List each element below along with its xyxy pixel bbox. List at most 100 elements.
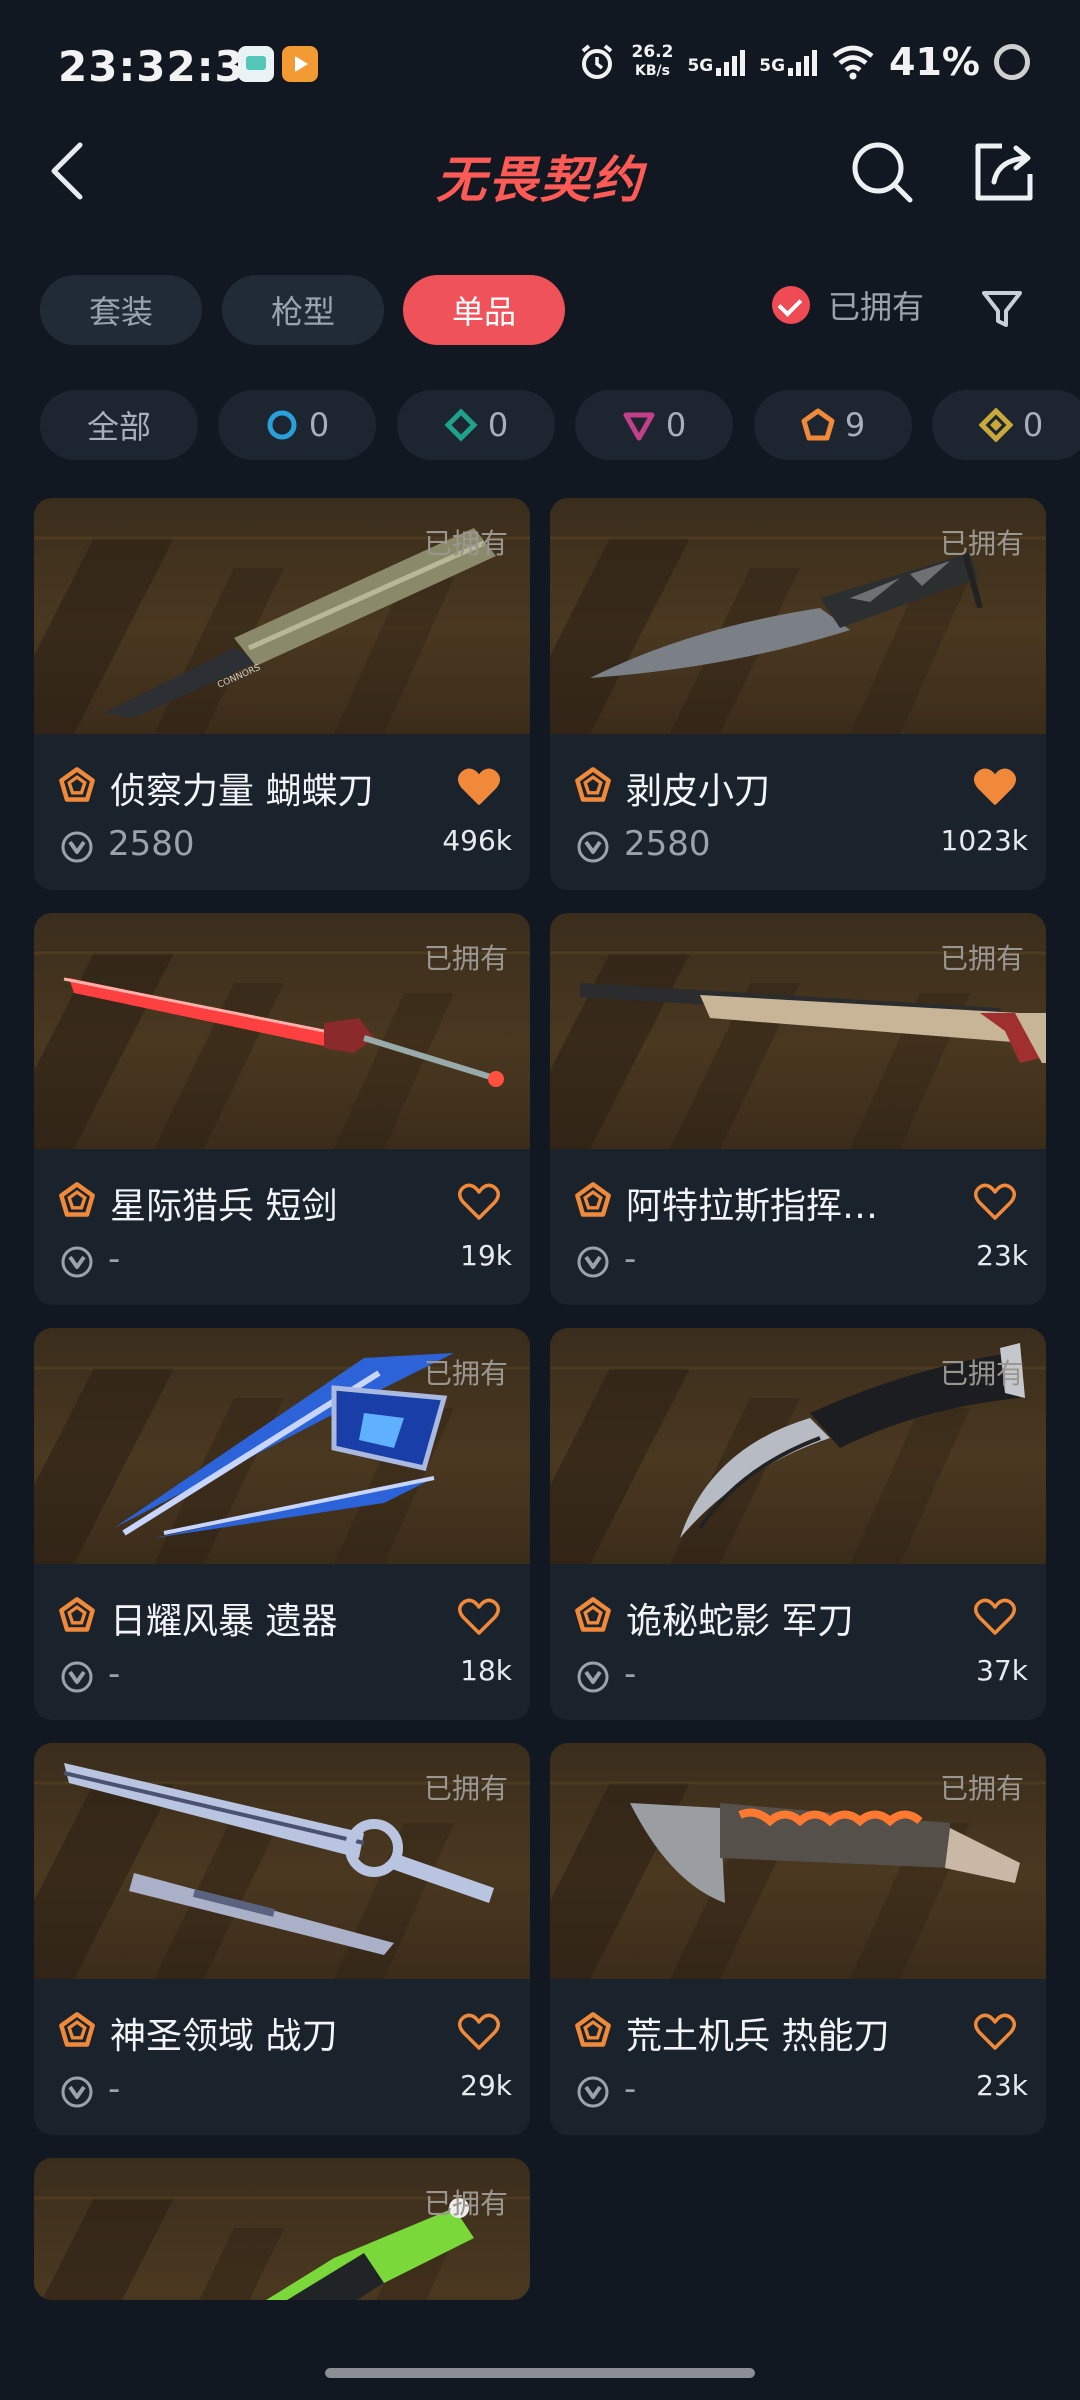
owned-tag: 已拥有 [423, 1357, 508, 1390]
item-image: 已拥有 [34, 1743, 530, 1979]
item-image: 已拥有 [34, 1328, 530, 1564]
rarity-chip-premium[interactable]: 0 [575, 390, 733, 460]
heart-icon[interactable] [974, 1183, 1016, 1221]
signal-bars-icon [716, 48, 746, 76]
network-speed: 26.2 KB/s [631, 43, 673, 81]
rarity-chip-all[interactable]: 全部 [40, 390, 198, 460]
heart-icon[interactable] [974, 768, 1016, 806]
item-info: 侦察力量 蝴蝶刀 2580 496k [34, 734, 530, 890]
item-info: 神圣领域 战刀 - 29k [34, 1979, 530, 2135]
net-type-1: 5G [687, 56, 714, 76]
item-card[interactable]: 已拥有神圣领域 战刀 - 29k [34, 1743, 530, 2135]
heart-icon[interactable] [974, 1598, 1016, 1636]
owned-tag: 已拥有 [939, 942, 1024, 975]
exclusive-tier-icon [59, 2012, 95, 2047]
item-info: 日耀风暴 遗器 - 18k [34, 1564, 530, 1720]
net-type-2: 5G [759, 56, 786, 76]
owned-tag: 已拥有 [939, 527, 1024, 560]
item-name: 侦察力量 蝴蝶刀 [110, 771, 374, 812]
battery-level: 41% [889, 40, 980, 84]
notification-app-icon [238, 46, 274, 82]
tab-bundles[interactable]: 套装 [40, 275, 202, 345]
alarm-icon [582, 44, 613, 79]
signal-2: 5G [759, 48, 818, 76]
item-image: 已拥有 [550, 498, 1046, 734]
filter-icon[interactable] [978, 285, 1026, 333]
premium-tier-icon [623, 412, 655, 441]
heart-icon[interactable] [458, 2013, 500, 2051]
bottom-fade [0, 2300, 1080, 2400]
owned-tag: 已拥有 [423, 1772, 508, 1805]
valorant-points-icon [61, 831, 93, 863]
item-image: 已拥有 [550, 1743, 1046, 1979]
item-card[interactable]: 已拥有 阿特拉斯指挥… - 23k [550, 913, 1046, 1305]
rarity-chip-select[interactable]: 0 [218, 390, 376, 460]
exclusive-tier-icon [801, 408, 835, 441]
rarity-chip-label: 全部 [86, 408, 151, 446]
item-card[interactable]: CONNORS 已拥有 侦察力量 蝴蝶刀 2580 496k [34, 498, 530, 890]
item-card[interactable]: 已拥有日耀风暴 遗器 - 18k [34, 1328, 530, 1720]
item-price: - [108, 2069, 121, 2109]
ultra-tier-icon [978, 408, 1013, 442]
item-info: 阿特拉斯指挥… - 23k [550, 1149, 1046, 1305]
item-info: 星际猎兵 短剑 - 19k [34, 1149, 530, 1305]
exclusive-tier-icon [59, 767, 95, 802]
rarity-count: 0 [665, 406, 687, 444]
share-icon[interactable] [970, 138, 1038, 206]
item-card[interactable]: 已拥有荒土机兵 热能刀 - 23k [550, 1743, 1046, 2135]
item-card[interactable]: 已拥有 [34, 2158, 530, 2300]
back-icon[interactable] [40, 135, 100, 205]
exclusive-tier-icon [59, 1597, 95, 1632]
item-image: 已拥有 [34, 913, 530, 1149]
item-price: - [624, 1239, 637, 1279]
item-card[interactable]: 已拥有剥皮小刀 2580 1023k [550, 498, 1046, 890]
owned-filter-toggle[interactable]: 已拥有 [772, 282, 924, 328]
rarity-count: 0 [1022, 406, 1044, 444]
speed-value: 26.2 [631, 42, 674, 62]
item-info: 荒土机兵 热能刀 - 23k [550, 1979, 1046, 2135]
rarity-count: 0 [487, 406, 509, 444]
item-price: - [624, 2069, 637, 2109]
item-name: 荒土机兵 热能刀 [626, 2016, 890, 2057]
rarity-chip-ultra[interactable]: 0 [932, 390, 1080, 460]
like-count: 23k [976, 1239, 1028, 1272]
exclusive-tier-icon [575, 767, 611, 802]
rarity-count: 0 [308, 406, 330, 444]
tab-weapon-type[interactable]: 枪型 [222, 275, 384, 345]
heart-icon[interactable] [458, 1598, 500, 1636]
tab-items[interactable]: 单品 [403, 275, 565, 345]
select-tier-icon [267, 410, 297, 440]
like-count: 23k [976, 2069, 1028, 2102]
like-count: 18k [460, 1654, 512, 1687]
valorant-points-icon [577, 1246, 609, 1278]
rarity-chip-deluxe[interactable]: 0 [397, 390, 555, 460]
battery-ring-icon [994, 44, 1030, 80]
heart-icon[interactable] [974, 2013, 1016, 2051]
rarity-chip-exclusive[interactable]: 9 [754, 390, 912, 460]
valorant-points-icon [61, 1661, 93, 1693]
valorant-points-icon [61, 1246, 93, 1278]
status-bar: 23:32:35 26.2 KB/s 5G 5G 41% [0, 0, 1080, 130]
item-image: 已拥有 [550, 913, 1046, 1149]
valorant-points-icon [577, 1661, 609, 1693]
item-image: CONNORS 已拥有 [34, 498, 530, 734]
wifi-icon [832, 45, 874, 80]
item-price: - [108, 1239, 121, 1279]
heart-icon[interactable] [458, 768, 500, 806]
search-icon[interactable] [848, 138, 916, 206]
home-indicator[interactable] [325, 2368, 755, 2378]
rarity-count: 9 [844, 406, 866, 444]
heart-icon[interactable] [458, 1183, 500, 1221]
owned-filter-label: 已拥有 [828, 288, 925, 326]
owned-tag: 已拥有 [423, 527, 508, 560]
item-name: 诡秘蛇影 军刀 [626, 1601, 854, 1642]
exclusive-tier-icon [575, 2012, 611, 2047]
item-card[interactable]: 已拥有 星际猎兵 短剑 - 19k [34, 913, 530, 1305]
valorant-points-icon [577, 831, 609, 863]
item-card[interactable]: 已拥有 诡秘蛇影 军刀 - 37k [550, 1328, 1046, 1720]
speed-unit: KB/s [634, 63, 670, 79]
item-info: 剥皮小刀 2580 1023k [550, 734, 1046, 890]
like-count: 496k [442, 824, 512, 857]
item-name: 日耀风暴 遗器 [110, 1601, 338, 1642]
item-info: 诡秘蛇影 军刀 - 37k [550, 1564, 1046, 1720]
